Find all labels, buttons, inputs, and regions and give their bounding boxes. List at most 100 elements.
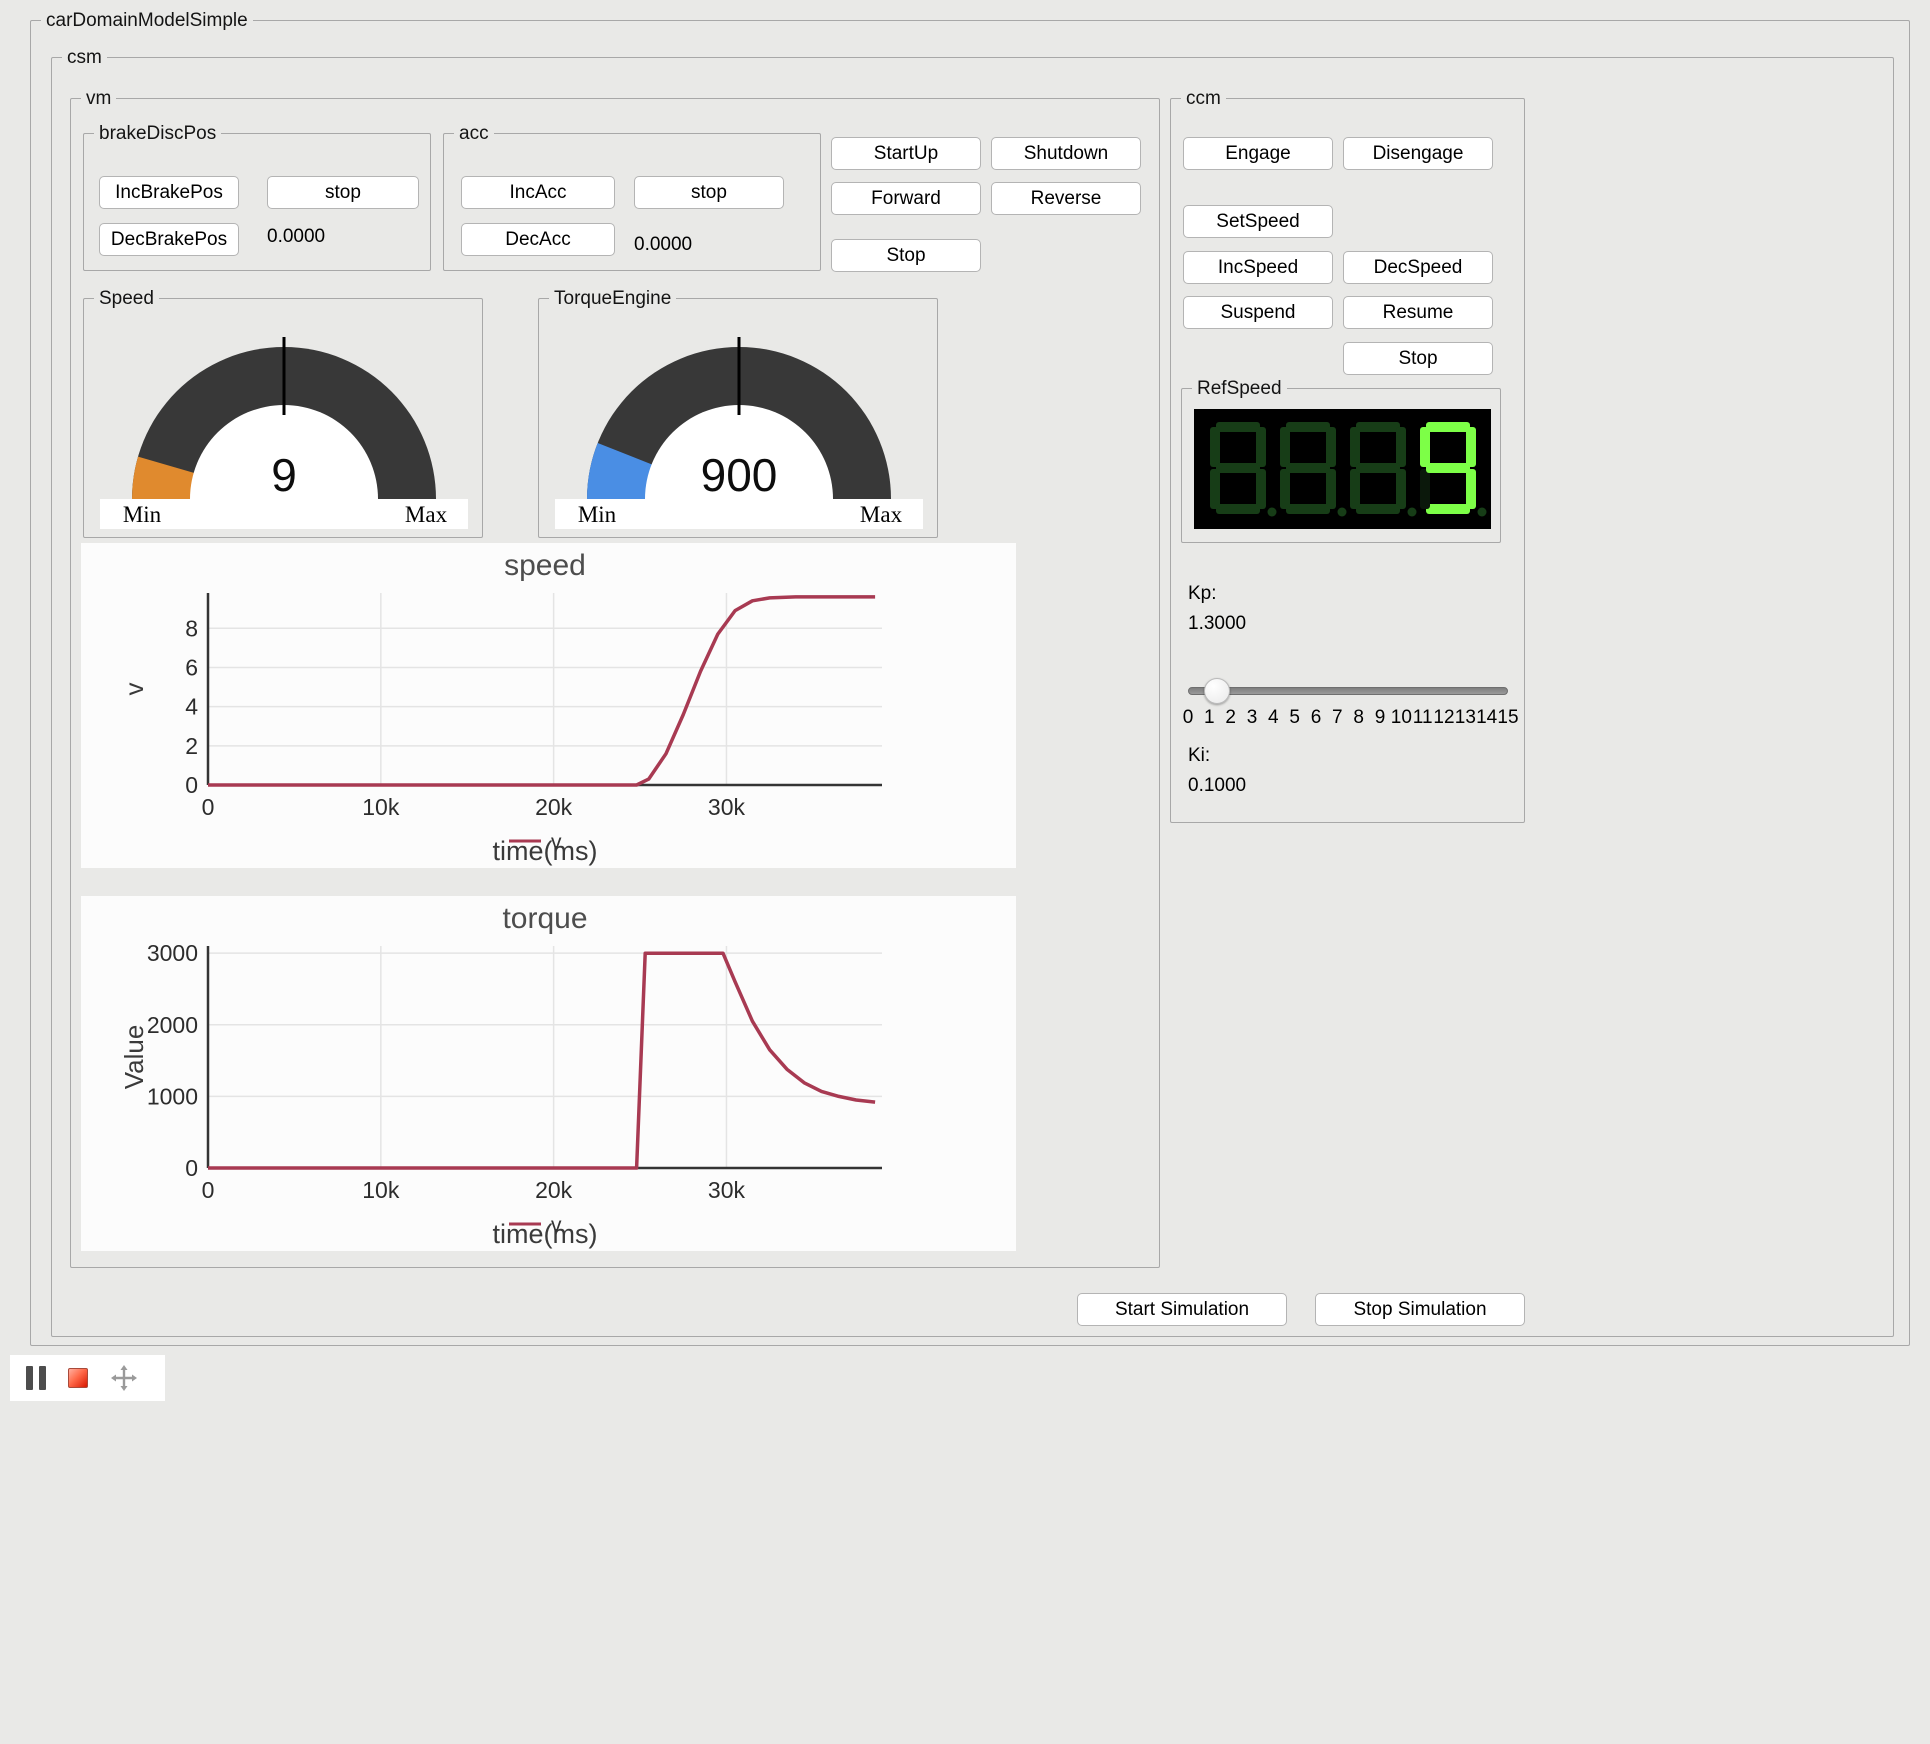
slider-tick-label: 13 [1455,707,1476,729]
speed-gauge: 9 Min Max [94,327,474,534]
group-acc: acc IncAcc stop DecAcc 0.0000 [443,133,821,271]
move-icon[interactable] [110,1364,138,1392]
start-simulation-button[interactable]: Start Simulation [1077,1293,1287,1326]
svg-text:10k: 10k [362,794,400,820]
dec-acc-button[interactable]: DecAcc [461,223,615,256]
svg-text:torque: torque [502,902,587,935]
slider-tick-label: 5 [1289,707,1300,729]
slider-tick-label: 8 [1353,707,1364,729]
svg-text:1000: 1000 [147,1083,198,1109]
group-speed-gauge: Speed 9MinMax [83,298,483,538]
svg-text:4: 4 [185,694,198,720]
incspeed-button[interactable]: IncSpeed [1183,251,1333,284]
slider-ticks: 0123456789101112131415 [1188,707,1508,731]
svg-text:speed: speed [504,549,586,582]
torque-chart: 010k20k30k0100020003000torqueValuetime(m… [81,896,1016,1251]
svg-text:0: 0 [202,1177,215,1203]
speed-chart: 010k20k30k02468speedvtime(ms)v [81,543,1016,868]
speed-chart-panel: 010k20k30k02468speedvtime(ms)v [81,543,1016,868]
group-title: vm [81,87,116,110]
dec-brake-pos-button[interactable]: DecBrakePos [99,223,239,256]
group-title: RefSpeed [1192,377,1287,400]
slider-tick-label: 4 [1268,707,1279,729]
vm-stop-button[interactable]: Stop [831,239,981,272]
svg-text:Max: Max [860,502,903,527]
kp-label: Kp: [1188,583,1217,605]
bottom-toolbar [10,1355,165,1401]
group-title: csm [62,46,107,69]
reverse-button[interactable]: Reverse [991,182,1141,215]
svg-text:30k: 30k [708,794,746,820]
svg-text:20k: 20k [535,1177,573,1203]
group-csm: csm vm brakeDiscPos IncBrakePos stop Dec… [51,57,1894,1337]
svg-text:6: 6 [185,654,198,680]
group-title: brakeDiscPos [94,122,221,145]
svg-text:v: v [551,831,562,854]
startup-button[interactable]: StartUp [831,137,981,170]
torque-engine-gauge: 900 Min Max [549,327,929,534]
slider-tick-label: 2 [1225,707,1236,729]
slider-tick-label: 7 [1332,707,1343,729]
svg-text:2: 2 [185,733,198,759]
slider-tick-label: 15 [1497,707,1518,729]
slider-tick-label: 3 [1247,707,1258,729]
window: carDomainModelSimple csm vm brakeDiscPos… [0,0,1930,1744]
slider-tick-label: 6 [1311,707,1322,729]
group-title: Speed [94,287,159,310]
slider-tick-label: 9 [1375,707,1386,729]
decspeed-button[interactable]: DecSpeed [1343,251,1493,284]
slider-tick-label: 0 [1183,707,1194,729]
svg-text:10k: 10k [362,1177,400,1203]
group-carDomainModelSimple: carDomainModelSimple csm vm brakeDiscPos… [30,20,1910,1346]
record-icon[interactable] [68,1368,88,1388]
stop-simulation-button[interactable]: Stop Simulation [1315,1293,1525,1326]
svg-text:Min: Min [123,502,162,527]
svg-text:9: 9 [271,449,297,501]
svg-text:Min: Min [578,502,617,527]
group-brakeDiscPos: brakeDiscPos IncBrakePos stop DecBrakePo… [83,133,431,271]
group-torque-gauge: TorqueEngine 900MinMax [538,298,938,538]
svg-text:v: v [551,1214,562,1237]
group-title: TorqueEngine [549,287,676,310]
suspend-button[interactable]: Suspend [1183,296,1333,329]
ccm-stop-button[interactable]: Stop [1343,342,1493,375]
acc-value: 0.0000 [634,234,692,256]
inc-acc-button[interactable]: IncAcc [461,176,615,209]
slider-tick-label: 11 [1413,707,1433,729]
ki-value: 0.1000 [1188,775,1246,797]
acc-stop-button[interactable]: stop [634,176,784,209]
svg-text:3000: 3000 [147,940,198,966]
group-vm: vm brakeDiscPos IncBrakePos stop DecBrak… [70,98,1160,1268]
svg-text:Value: Value [119,1025,149,1090]
setspeed-button[interactable]: SetSpeed [1183,205,1333,238]
svg-text:v: v [119,683,149,696]
refspeed-lcd-display [1194,409,1491,529]
shutdown-button[interactable]: Shutdown [991,137,1141,170]
svg-text:time(ms): time(ms) [493,836,598,866]
disengage-button[interactable]: Disengage [1343,137,1493,170]
svg-text:30k: 30k [708,1177,746,1203]
pause-icon[interactable] [26,1366,46,1390]
brake-stop-button[interactable]: stop [267,176,419,209]
resume-button[interactable]: Resume [1343,296,1493,329]
group-title: carDomainModelSimple [41,9,253,32]
forward-button[interactable]: Forward [831,182,981,215]
engage-button[interactable]: Engage [1183,137,1333,170]
svg-text:time(ms): time(ms) [493,1219,598,1249]
slider-tick-label: 12 [1433,707,1454,729]
kp-slider-handle[interactable] [1204,678,1230,704]
svg-text:900: 900 [701,449,778,501]
inc-brake-pos-button[interactable]: IncBrakePos [99,176,239,209]
slider-tick-label: 1 [1204,707,1215,729]
slider-tick-label: 10 [1391,707,1412,729]
svg-text:20k: 20k [535,794,573,820]
group-title: ccm [1181,87,1226,110]
kp-slider-track[interactable] [1188,687,1508,695]
kp-value: 1.3000 [1188,613,1246,635]
ki-label: Ki: [1188,745,1210,767]
torque-chart-panel: 010k20k30k0100020003000torqueValuetime(m… [81,896,1016,1251]
svg-text:0: 0 [202,794,215,820]
svg-text:2000: 2000 [147,1012,198,1038]
group-title: acc [454,122,494,145]
svg-text:Max: Max [405,502,448,527]
